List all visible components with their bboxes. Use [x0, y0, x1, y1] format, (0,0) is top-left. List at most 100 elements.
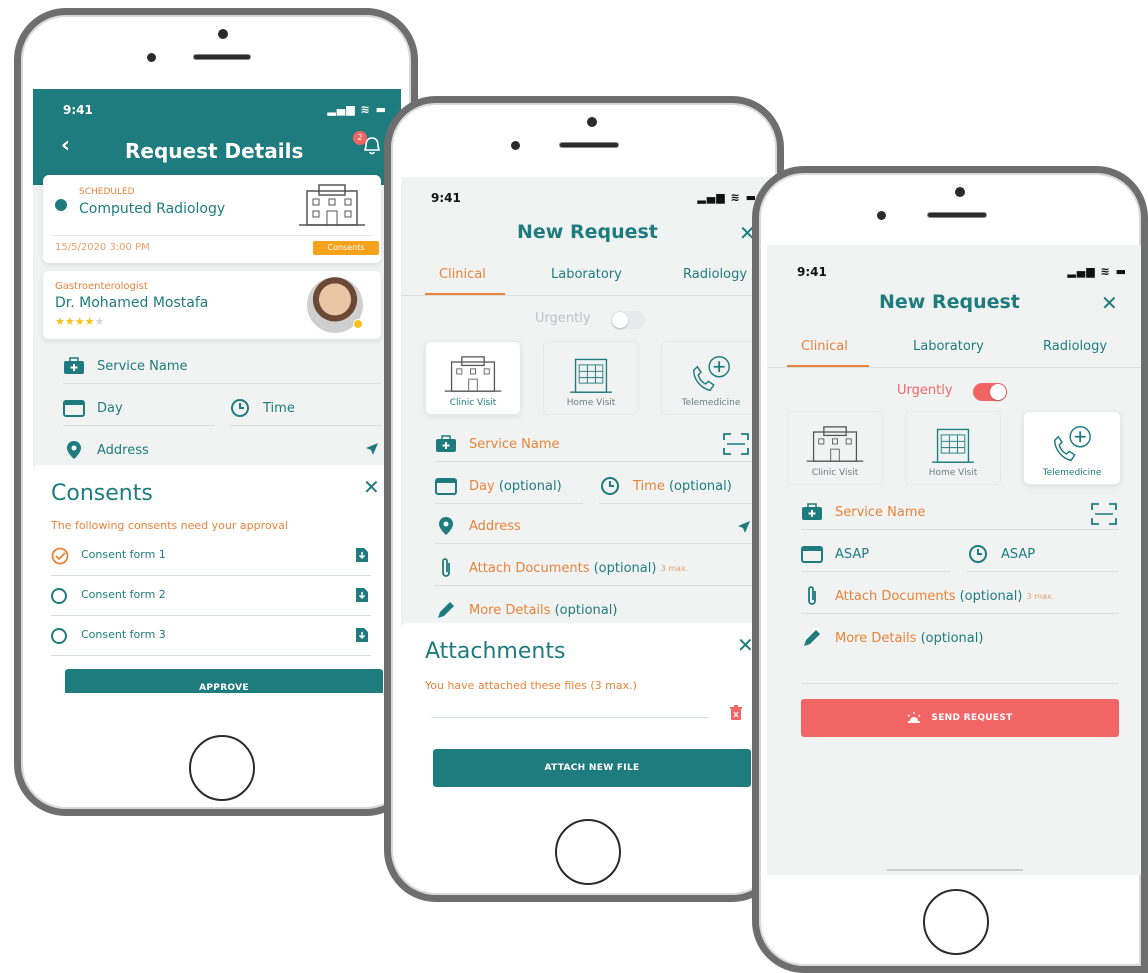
approve-button[interactable]: APPROVE	[65, 669, 383, 693]
appointment-card[interactable]: SCHEDULED Computed Radiology 15/5/2020 3…	[43, 175, 381, 263]
screen-new-request-send: 9:41 ▂▄▆ ≋ ▬ New Request ✕ Clinical Labo…	[767, 245, 1141, 875]
urgently-toggle[interactable]	[611, 311, 645, 329]
urgently-label: Urgently	[897, 383, 953, 398]
address-field[interactable]: Address	[63, 441, 149, 459]
tabs-divider	[401, 295, 771, 296]
radio-unchecked[interactable]	[51, 628, 67, 644]
tile-clinic-visit[interactable]: Clinic Visit	[787, 411, 883, 485]
front-camera	[955, 187, 965, 197]
attach-documents-field[interactable]: Attach Documents (optional) 3 max.	[435, 558, 689, 577]
urgently-toggle[interactable]	[973, 383, 1007, 401]
more-details-field[interactable]: More Details (optional)	[435, 601, 617, 619]
screen-request-details: 9:41 ▂▄▆ ≋ ▬ ‹ Request Details 2 SCHEDUL…	[33, 89, 401, 693]
details-divider	[801, 683, 1119, 684]
tab-radiology[interactable]: Radiology	[1043, 339, 1107, 354]
tab-clinical[interactable]: Clinical	[439, 267, 486, 282]
day-field[interactable]: Day (optional)	[435, 477, 562, 495]
home-button[interactable]	[555, 819, 621, 885]
time-field[interactable]: Time (optional)	[599, 477, 732, 495]
tab-laboratory[interactable]: Laboratory	[913, 339, 984, 354]
service-name-field[interactable]: Service Name	[435, 435, 560, 453]
back-icon[interactable]: ‹	[61, 133, 70, 158]
day-label: Day	[97, 400, 123, 416]
tab-radiology[interactable]: Radiology	[683, 267, 747, 282]
home-button[interactable]	[923, 889, 989, 955]
attach-optional: (optional)	[593, 560, 657, 576]
phone-new-request-send: 9:41 ▂▄▆ ≋ ▬ New Request ✕ Clinical Labo…	[752, 166, 1148, 973]
navigate-arrow-icon[interactable]	[737, 519, 751, 538]
clock-icon	[229, 399, 251, 417]
trash-icon[interactable]	[729, 705, 743, 725]
consent-item[interactable]: Consent form 2	[51, 585, 371, 611]
download-file-icon[interactable]	[355, 547, 369, 567]
address-field[interactable]: Address	[435, 517, 521, 535]
tabs-divider	[767, 367, 1141, 368]
screen-new-request: 9:41 ▂▄▆ ≋ ▬ New Request ✕ Clinical Labo…	[401, 177, 771, 793]
home-button[interactable]	[189, 735, 255, 801]
proximity-sensor	[511, 141, 520, 150]
consents-badge[interactable]: Consents	[313, 241, 379, 255]
send-request-label: SEND REQUEST	[931, 713, 1013, 723]
consent-item[interactable]: Consent form 1	[51, 545, 371, 571]
calendar-icon	[435, 477, 457, 495]
home-indicator	[887, 869, 1023, 871]
paperclip-icon	[435, 558, 457, 577]
appointment-status: SCHEDULED	[79, 187, 135, 197]
service-name-field[interactable]: Service Name	[801, 503, 926, 521]
divider	[63, 425, 215, 426]
day-optional: (optional)	[498, 478, 562, 494]
navigate-arrow-icon[interactable]	[365, 441, 379, 460]
time-field[interactable]: Time	[229, 399, 295, 417]
tile-telemedicine[interactable]: Telemedicine	[661, 341, 761, 415]
pencil-icon	[435, 601, 457, 619]
phone-request-details: 9:41 ▂▄▆ ≋ ▬ ‹ Request Details 2 SCHEDUL…	[14, 8, 418, 816]
send-request-button[interactable]: SEND REQUEST	[801, 699, 1119, 737]
attachments-subtitle: You have attached these files (3 max.)	[425, 679, 637, 692]
day-field[interactable]: Day	[63, 399, 123, 417]
calendar-icon	[801, 545, 823, 563]
tab-clinical[interactable]: Clinical	[801, 339, 848, 354]
appointment-name: Computed Radiology	[79, 201, 226, 217]
hospital-icon	[444, 356, 502, 392]
time-field[interactable]: ASAP	[967, 545, 1035, 563]
doctor-card[interactable]: Gastroenterologist Dr. Mohamed Mostafa ★…	[43, 271, 381, 339]
attach-max: 3 max.	[660, 563, 689, 573]
day-field[interactable]: ASAP	[801, 545, 869, 563]
bell-icon[interactable]: 2	[353, 131, 383, 157]
radio-unchecked[interactable]	[51, 588, 67, 604]
earpiece-speaker	[559, 142, 619, 148]
attach-documents-field[interactable]: Attach Documents (optional) 3 max.	[801, 586, 1054, 605]
tile-home-visit[interactable]: Home Visit	[543, 341, 639, 415]
divider	[51, 575, 371, 576]
divider	[801, 613, 1119, 614]
front-camera	[218, 29, 228, 39]
divider	[51, 655, 371, 656]
download-file-icon[interactable]	[355, 627, 369, 647]
close-icon[interactable]: ✕	[363, 475, 380, 499]
tile-label: Clinic Visit	[449, 398, 497, 408]
tile-home-visit[interactable]: Home Visit	[905, 411, 1001, 485]
tab-laboratory[interactable]: Laboratory	[551, 267, 622, 282]
consent-item[interactable]: Consent form 3	[51, 625, 371, 651]
download-file-icon[interactable]	[355, 587, 369, 607]
more-details-field[interactable]: More Details (optional)	[801, 629, 983, 647]
attach-label: Attach Documents	[835, 588, 956, 604]
tile-label: Clinic Visit	[811, 468, 859, 478]
notification-badge: 2	[353, 131, 367, 145]
consent-label: Consent form 1	[81, 548, 166, 561]
details-label: More Details	[469, 602, 551, 618]
close-icon[interactable]: ✕	[1101, 291, 1118, 315]
location-pin-icon	[435, 517, 457, 535]
tile-telemedicine[interactable]: Telemedicine	[1023, 411, 1121, 485]
tile-clinic-visit[interactable]: Clinic Visit	[425, 341, 521, 415]
status-time: 9:41	[63, 103, 93, 117]
divider	[435, 543, 753, 544]
tile-label: Home Visit	[928, 468, 978, 478]
hospital-icon	[806, 426, 864, 462]
scan-icon[interactable]	[1091, 503, 1117, 529]
service-name-field[interactable]: Service Name	[63, 357, 188, 375]
page-title: New Request	[517, 221, 658, 243]
scan-icon[interactable]	[723, 433, 749, 459]
attach-new-file-button[interactable]: ATTACH NEW FILE	[433, 749, 751, 787]
status-time: 9:41	[431, 191, 461, 205]
